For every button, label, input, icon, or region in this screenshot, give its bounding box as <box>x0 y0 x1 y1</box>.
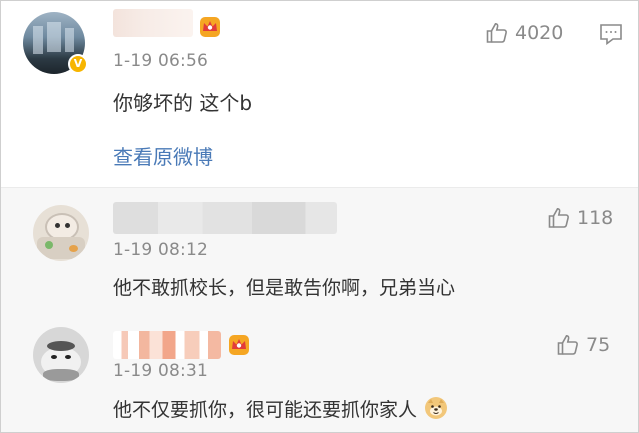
main-comment: V 1-19 06:56 4020 你够坏的 这个b 查看原微博 <box>1 1 638 187</box>
like-button[interactable]: 118 <box>547 206 613 230</box>
thumbs-up-icon <box>548 207 569 228</box>
like-button[interactable]: 75 <box>556 333 610 357</box>
doge-emoji-icon <box>425 397 448 419</box>
comment-timestamp: 1-19 06:56 <box>113 51 208 71</box>
comment-thread: V 1-19 06:56 4020 你够坏的 这个b 查看原微博 1-19 08… <box>0 0 639 433</box>
reply-text: 他不仅要抓你，很可能还要抓你家人 <box>113 395 448 422</box>
replies-section: 1-19 08:12 118 他不敢抓校长，但是敢告你啊，兄弟当心 1-19 0… <box>1 187 638 432</box>
username-blurred[interactable] <box>113 331 221 359</box>
like-count: 118 <box>577 207 614 229</box>
view-original-post-link[interactable]: 查看原微博 <box>113 141 213 170</box>
comment-text: 你够坏的 这个b <box>113 91 253 115</box>
reply-text: 他不敢抓校长，但是敢告你啊，兄弟当心 <box>113 277 456 299</box>
thumbs-up-icon <box>557 334 578 355</box>
reply-timestamp: 1-19 08:12 <box>113 240 208 260</box>
username-blurred[interactable] <box>113 202 337 234</box>
like-count: 4020 <box>515 22 564 44</box>
vip-crown-icon <box>200 17 220 37</box>
reply-text-content: 他不仅要抓你，很可能还要抓你家人 <box>113 399 418 421</box>
username-blurred[interactable] <box>113 9 193 37</box>
reply-timestamp: 1-19 08:31 <box>113 361 208 381</box>
thumbs-up-icon <box>486 22 507 43</box>
like-button[interactable]: 4020 <box>485 21 563 45</box>
avatar[interactable] <box>33 205 89 261</box>
avatar[interactable] <box>33 327 89 383</box>
vip-crown-icon <box>229 335 249 355</box>
like-count: 75 <box>586 334 611 356</box>
verified-badge-icon: V <box>68 54 88 74</box>
comment-icon[interactable] <box>599 23 623 45</box>
